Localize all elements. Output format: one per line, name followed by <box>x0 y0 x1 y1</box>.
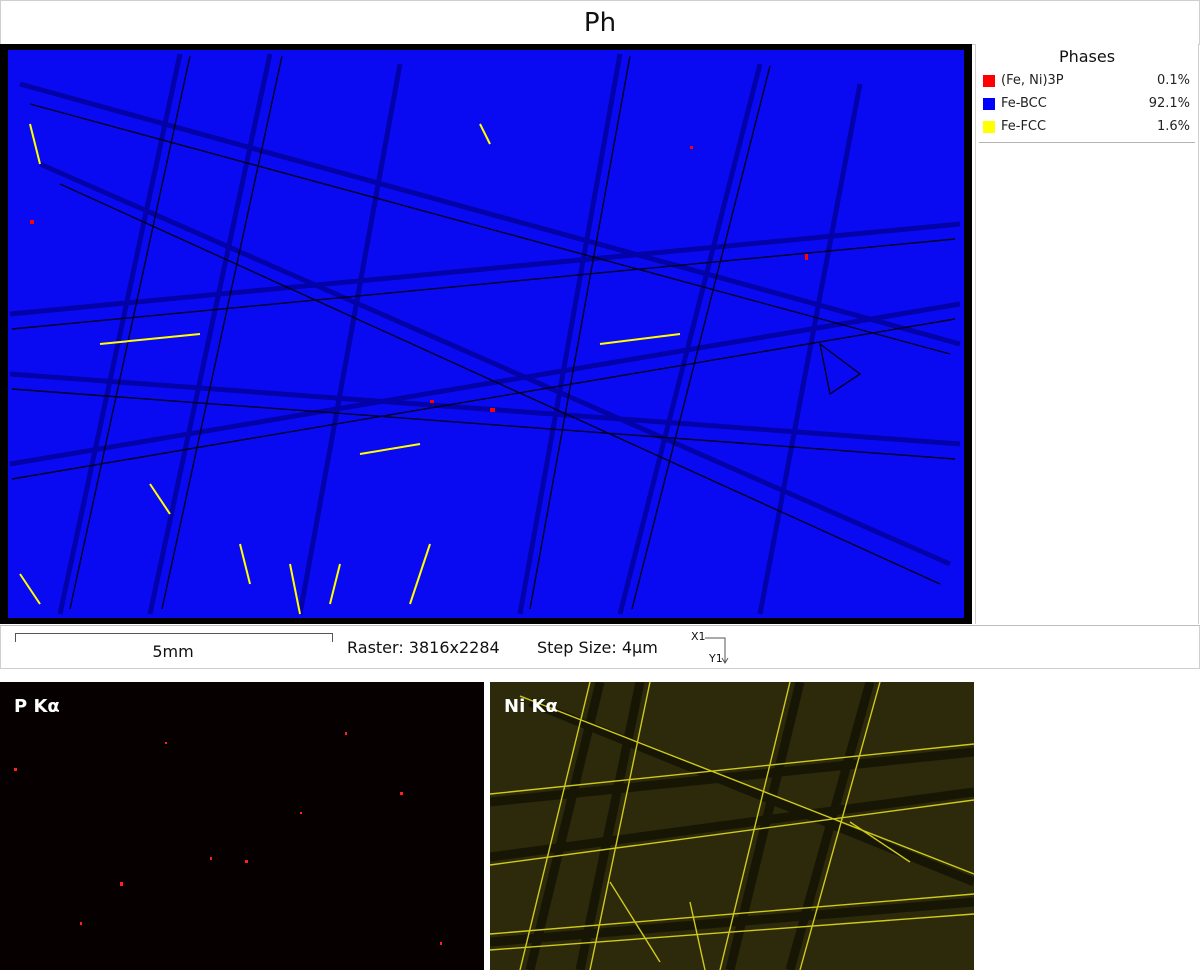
eds-map-label: Ni Kα <box>504 696 558 717</box>
legend-row-fe-ni-3p: (Fe, Ni)3P 0.1% <box>976 69 1198 92</box>
legend-row-fe-bcc: Fe-BCC 92.1% <box>976 92 1198 115</box>
scale-label: 5mm <box>152 642 194 661</box>
legend-swatch-yellow <box>983 120 995 133</box>
map-title-bar: Ph <box>0 0 1200 45</box>
legend-phase-percent: 92.1% <box>1148 96 1190 111</box>
eds-map-label: P Kα <box>14 696 60 717</box>
map-title: Ph <box>583 7 617 38</box>
legend-divider <box>979 142 1195 143</box>
raster-size: Raster: 3816x2284 <box>347 638 500 657</box>
legend-phase-percent: 0.1% <box>1156 73 1190 88</box>
legend-swatch-blue <box>983 97 995 110</box>
eds-map-phosphorus: P Kα <box>0 682 484 970</box>
legend-heading: Phases <box>1058 47 1116 66</box>
legend-phase-name: Fe-BCC <box>1001 96 1047 111</box>
axis-y-label: Y1 <box>709 652 723 665</box>
phase-map-graphic <box>0 44 972 624</box>
legend-phase-percent: 1.6% <box>1156 119 1190 134</box>
info-bar: 5mm Raster: 3816x2284 Step Size: 4µm X1 … <box>0 625 1200 669</box>
phase-map-image <box>0 44 972 624</box>
axis-orientation-indicator: X1 Y1 <box>687 628 733 666</box>
legend-phase-name: (Fe, Ni)3P <box>1001 73 1064 88</box>
axis-x-label: X1 <box>691 630 706 643</box>
scale-bar <box>15 633 333 642</box>
phase-legend: Phases (Fe, Ni)3P 0.1% Fe-BCC 92.1% Fe-F… <box>975 44 1199 624</box>
legend-row-fe-fcc: Fe-FCC 1.6% <box>976 115 1198 138</box>
eds-map-nickel: Ni Kα <box>490 682 974 970</box>
eds-map-phosphorus-graphic <box>0 682 484 970</box>
legend-swatch-red <box>983 74 995 87</box>
legend-phase-name: Fe-FCC <box>1001 119 1047 134</box>
step-size: Step Size: 4µm <box>537 638 658 657</box>
eds-map-nickel-graphic <box>490 682 974 970</box>
